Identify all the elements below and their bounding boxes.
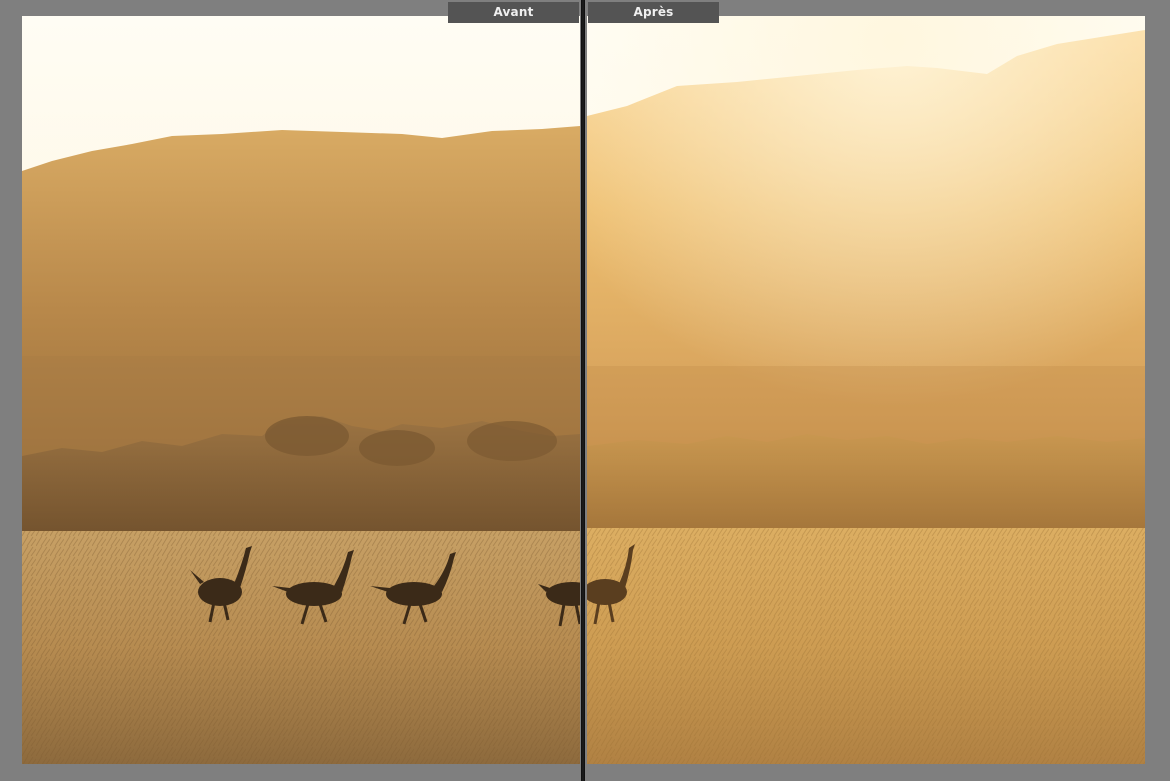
after-photo (587, 16, 1145, 764)
before-image-pane[interactable] (22, 16, 580, 764)
divider-grip (582, 0, 584, 781)
split-divider-handle[interactable] (581, 0, 585, 781)
before-label: Avant (493, 5, 534, 19)
before-photo (22, 16, 580, 764)
after-label-tab: Après (588, 2, 719, 23)
before-after-viewer: Avant Après (0, 0, 1170, 781)
after-label: Après (633, 5, 674, 19)
after-image-pane[interactable] (587, 16, 1145, 764)
before-label-tab: Avant (448, 2, 579, 23)
